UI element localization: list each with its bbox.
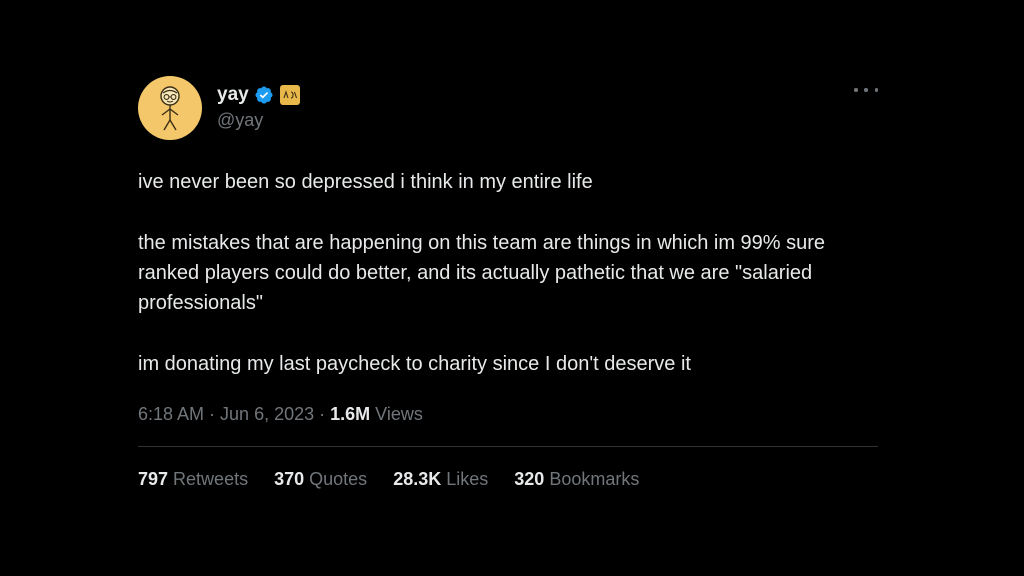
views-count: 1.6M [330,403,371,424]
author-display-name[interactable]: yay [217,84,249,106]
tweet-paragraph-3: im donating my last paycheck to charity … [138,353,691,375]
author-info: yay @yay [217,82,300,131]
likes-label: Likes [441,469,489,489]
more-dot [874,88,878,92]
tweet-paragraph-1: ive never been so depressed i think in m… [138,171,593,193]
more-dot [864,88,868,92]
author-name-row: yay [217,82,300,108]
views-label: Views [370,403,423,424]
bookmarks-label: Bookmarks [544,469,640,489]
meta-separator: · [204,403,221,424]
stick-figure-avatar-icon [160,86,180,131]
bookmarks-stat[interactable]: 320 Bookmarks [514,469,639,490]
author-handle[interactable]: @yay [217,110,300,131]
retweets-count: 797 [138,469,169,489]
likes-count: 28.3K [393,469,442,489]
tweet: yay @yay ive never been so depressed i t… [138,74,878,490]
affiliate-badge-icon[interactable] [279,85,300,105]
tweet-text: ive never been so depressed i think in m… [138,167,878,379]
likes-stat[interactable]: 28.3K Likes [393,469,488,490]
tweet-header: yay @yay [138,74,878,142]
quotes-count: 370 [274,469,305,489]
tweet-paragraph-2: the mistakes that are happening on this … [138,232,826,314]
meta-separator: · [314,403,331,424]
retweets-stat[interactable]: 797 Retweets [138,469,248,490]
quotes-label: Quotes [304,469,368,489]
tweet-metadata: 6:18 AM · Jun 6, 2023 · 1.6M Views [138,400,878,428]
divider [138,446,878,447]
tweet-date[interactable]: Jun 6, 2023 [220,404,314,425]
more-options-icon[interactable] [854,82,878,98]
tweet-time[interactable]: 6:18 AM [138,404,204,425]
more-dot [854,88,858,92]
retweets-label: Retweets [168,469,249,489]
avatar[interactable] [138,76,202,140]
verified-badge-icon [254,85,274,105]
quotes-stat[interactable]: 370 Quotes [274,469,367,490]
bookmarks-count: 320 [514,469,545,489]
engagement-stats: 797 Retweets 370 Quotes 28.3K Likes 320 … [138,469,878,490]
